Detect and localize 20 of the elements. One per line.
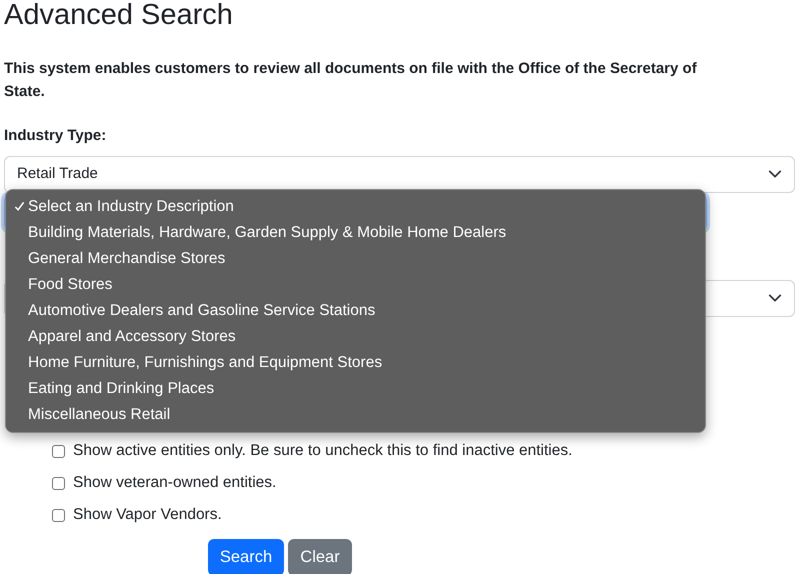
menu-option[interactable]: Miscellaneous Retail xyxy=(6,402,705,428)
menu-option[interactable]: General Merchandise Stores xyxy=(6,246,705,272)
page-title: Advanced Search xyxy=(4,0,234,32)
search-button[interactable]: Search xyxy=(208,538,284,574)
menu-option[interactable]: Building Materials, Hardware, Garden Supply & Mobile Home Dealers xyxy=(6,220,705,246)
checkbox-label: Show active entities only. Be sure to uncheck this to find inactive entities. xyxy=(73,441,572,462)
checkbox-label: Show veteran-owned entities. xyxy=(73,473,276,494)
checkbox-label: Show Vapor Vendors. xyxy=(73,505,222,526)
checkbox[interactable] xyxy=(52,508,65,522)
menu-option[interactable]: Automotive Dealers and Gasoline Service Stations xyxy=(6,298,705,324)
industry-type-label: Industry Type: xyxy=(4,126,108,146)
menu-option[interactable]: Apparel and Accessory Stores xyxy=(6,324,705,350)
menu-option[interactable]: Food Stores xyxy=(6,272,705,298)
menu-option[interactable]: Eating and Drinking Places xyxy=(6,376,705,402)
checkbox[interactable] xyxy=(52,444,65,458)
menu-option[interactable]: Select an Industry Description xyxy=(6,194,705,220)
menu-option[interactable]: Home Furniture, Furnishings and Equipment Stores xyxy=(6,350,705,376)
clear-button[interactable]: Clear xyxy=(288,538,352,574)
intro-text: This system enables customers to review all documents on file with the Office of the Secretary of State. xyxy=(4,59,698,102)
checkbox[interactable] xyxy=(52,476,65,490)
